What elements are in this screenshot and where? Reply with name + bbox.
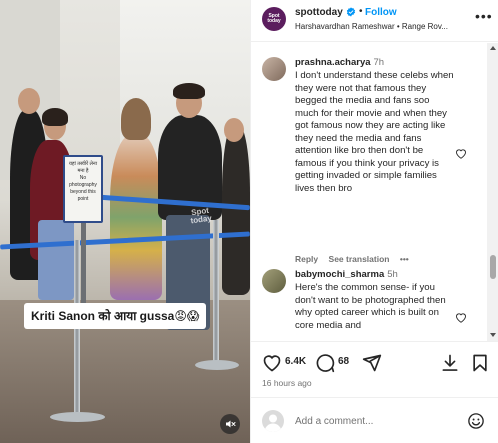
account-avatar[interactable]: Spot today xyxy=(262,7,286,31)
comment-time: 7h xyxy=(373,57,385,68)
comments-scrollbar[interactable] xyxy=(487,43,498,341)
comment-item: prashna.acharya 7h I don't understand the… xyxy=(251,57,487,264)
person-left-head xyxy=(18,88,40,114)
like-comment-heart-icon[interactable] xyxy=(455,148,467,159)
person-leather-jacket-hair xyxy=(173,83,205,99)
comment-username[interactable]: prashna.acharya 7h xyxy=(295,57,384,68)
muted-speaker-icon xyxy=(226,420,236,428)
download-icon[interactable] xyxy=(440,353,460,373)
stanchion-post xyxy=(74,240,80,420)
comments-count[interactable]: 68 xyxy=(338,356,349,367)
save-bookmark-icon[interactable] xyxy=(470,353,490,373)
post-details-panel: Spot today spottoday • Follow Harshavard… xyxy=(250,0,498,443)
post-audio-subtitle[interactable]: Harshavardhan Rameshwar • Range Rov... xyxy=(295,22,475,31)
person-colorful-dress-hair xyxy=(121,98,151,140)
likes-count[interactable]: 6.4K xyxy=(285,356,306,367)
commenter-avatar[interactable] xyxy=(262,269,286,293)
stanchion-base xyxy=(50,412,105,422)
more-options-icon[interactable]: ••• xyxy=(475,8,493,24)
sign-stand xyxy=(81,223,86,313)
verified-badge-icon xyxy=(346,7,356,17)
video-caption-overlay: Kriti Sanon को आया gussa😡😱 xyxy=(24,303,207,329)
stanchion-base xyxy=(195,360,239,370)
separator-dot: • xyxy=(359,6,363,17)
stanchion-post xyxy=(213,220,219,365)
post-video[interactable]: यहां तस्वीरें लेना मना है No photography… xyxy=(0,0,250,443)
video-watermark: Spot today xyxy=(189,206,212,226)
current-user-avatar xyxy=(262,410,284,432)
post-header: Spot today spottoday • Follow Harshavard… xyxy=(251,0,498,42)
person-red-jacket-hair xyxy=(42,108,68,126)
comment-more-button[interactable]: ••• xyxy=(400,254,409,264)
default-user-icon xyxy=(264,414,282,432)
post-actions-bar: 6.4K 68 16 hours ago xyxy=(251,341,498,396)
mute-button[interactable] xyxy=(220,414,240,434)
person-colorful-dress xyxy=(110,135,162,300)
comment-text: I don't understand these celebs when the… xyxy=(295,70,454,194)
comment-item: babymochi_sharma 5h Here's the common sen… xyxy=(251,269,487,341)
comment-actions: Reply See translation ••• xyxy=(295,254,417,264)
comment-username-text[interactable]: babymochi_sharma xyxy=(295,269,384,280)
person-right-head xyxy=(224,118,244,142)
see-translation-button[interactable]: See translation xyxy=(329,254,390,264)
reply-button[interactable]: Reply xyxy=(295,254,318,264)
comment-username-text[interactable]: prashna.acharya xyxy=(295,57,371,68)
comment-username[interactable]: babymochi_sharma 5h xyxy=(295,269,398,280)
scrollbar-thumb[interactable] xyxy=(490,255,496,279)
scroll-down-arrow-icon[interactable] xyxy=(490,333,496,337)
account-username[interactable]: spottoday xyxy=(295,7,343,18)
share-send-icon[interactable] xyxy=(362,353,382,373)
add-comment-bar xyxy=(251,397,498,443)
add-comment-input[interactable] xyxy=(295,412,465,430)
comment-text: Here's the common sense- if you don't wa… xyxy=(295,282,446,331)
post-timestamp[interactable]: 16 hours ago xyxy=(262,378,312,388)
comment-time: 5h xyxy=(387,269,398,280)
comment-icon[interactable] xyxy=(315,353,335,373)
like-comment-heart-icon[interactable] xyxy=(455,312,467,323)
commenter-avatar[interactable] xyxy=(262,57,286,81)
no-photography-sign: यहां तस्वीरें लेना मना है No photography… xyxy=(63,155,103,223)
like-heart-icon[interactable] xyxy=(262,353,282,373)
scroll-up-arrow-icon[interactable] xyxy=(490,46,496,50)
comments-list: prashna.acharya 7h I don't understand the… xyxy=(251,43,498,341)
emoji-picker-icon[interactable] xyxy=(467,412,485,430)
follow-button[interactable]: Follow xyxy=(365,7,397,18)
person-jeans xyxy=(38,220,74,300)
